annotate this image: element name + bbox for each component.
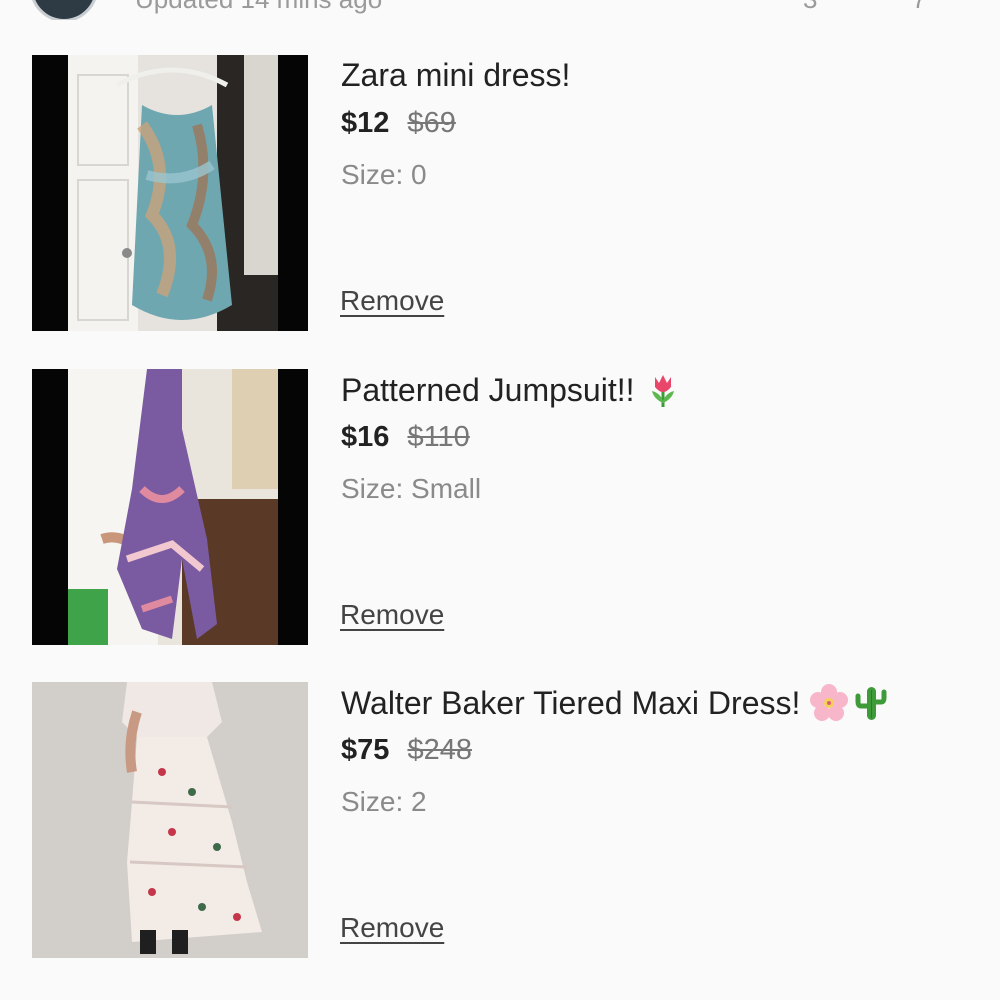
bundle-item: Patterned Jumpsuit!! $16 $110 Size: Smal… — [32, 369, 972, 645]
stat-count-right: 7 — [912, 0, 926, 15]
item-title[interactable]: Patterned Jumpsuit!! — [341, 371, 682, 409]
size-label: Size: — [341, 159, 404, 190]
tulip-emoji — [644, 371, 682, 409]
bundle-page: Updated 14 mins ago 3 7 Zara m — [0, 0, 1000, 1000]
current-price: $75 — [341, 734, 390, 766]
seller-avatar[interactable] — [30, 0, 98, 20]
original-price: $69 — [407, 107, 456, 139]
bundle-item: Walter Baker Tiered Maxi Dress! $75 $248… — [32, 682, 972, 958]
price-row: $16 $110 — [341, 421, 470, 454]
bundle-item: Zara mini dress! $12 $69 Size: 0 Remove — [32, 55, 972, 331]
original-price: $110 — [407, 421, 470, 453]
cactus-emoji — [852, 684, 890, 722]
item-photo[interactable] — [32, 369, 308, 645]
seller-header: Updated 14 mins ago 3 7 — [0, 0, 1000, 20]
item-title-text: Zara mini dress! — [341, 57, 571, 93]
size-row: Size: Small — [341, 473, 481, 505]
remove-button[interactable]: Remove — [340, 912, 444, 944]
size-row: Size: 2 — [341, 786, 427, 818]
current-price: $16 — [341, 421, 390, 453]
cherry-blossom-emoji — [810, 684, 849, 722]
original-price: $248 — [407, 734, 472, 766]
size-value: Small — [411, 473, 482, 504]
item-title-text: Walter Baker Tiered Maxi Dress! — [341, 684, 801, 721]
size-value: 2 — [411, 786, 427, 817]
size-label: Size: — [341, 786, 404, 817]
remove-button[interactable]: Remove — [340, 285, 444, 317]
updated-timestamp: Updated 14 mins ago — [135, 0, 382, 15]
current-price: $12 — [341, 107, 390, 139]
size-label: Size: — [341, 473, 404, 504]
price-row: $75 $248 — [341, 734, 472, 767]
item-title-text: Patterned Jumpsuit!! — [341, 371, 635, 408]
item-photo[interactable] — [32, 682, 308, 958]
item-photo[interactable] — [32, 55, 308, 331]
size-row: Size: 0 — [341, 159, 427, 191]
item-title[interactable]: Walter Baker Tiered Maxi Dress! — [341, 684, 890, 722]
price-row: $12 $69 — [341, 107, 456, 140]
size-value: 0 — [411, 159, 427, 190]
item-title[interactable]: Zara mini dress! — [341, 57, 570, 94]
remove-button[interactable]: Remove — [340, 599, 444, 631]
stat-count-left: 3 — [803, 0, 817, 15]
